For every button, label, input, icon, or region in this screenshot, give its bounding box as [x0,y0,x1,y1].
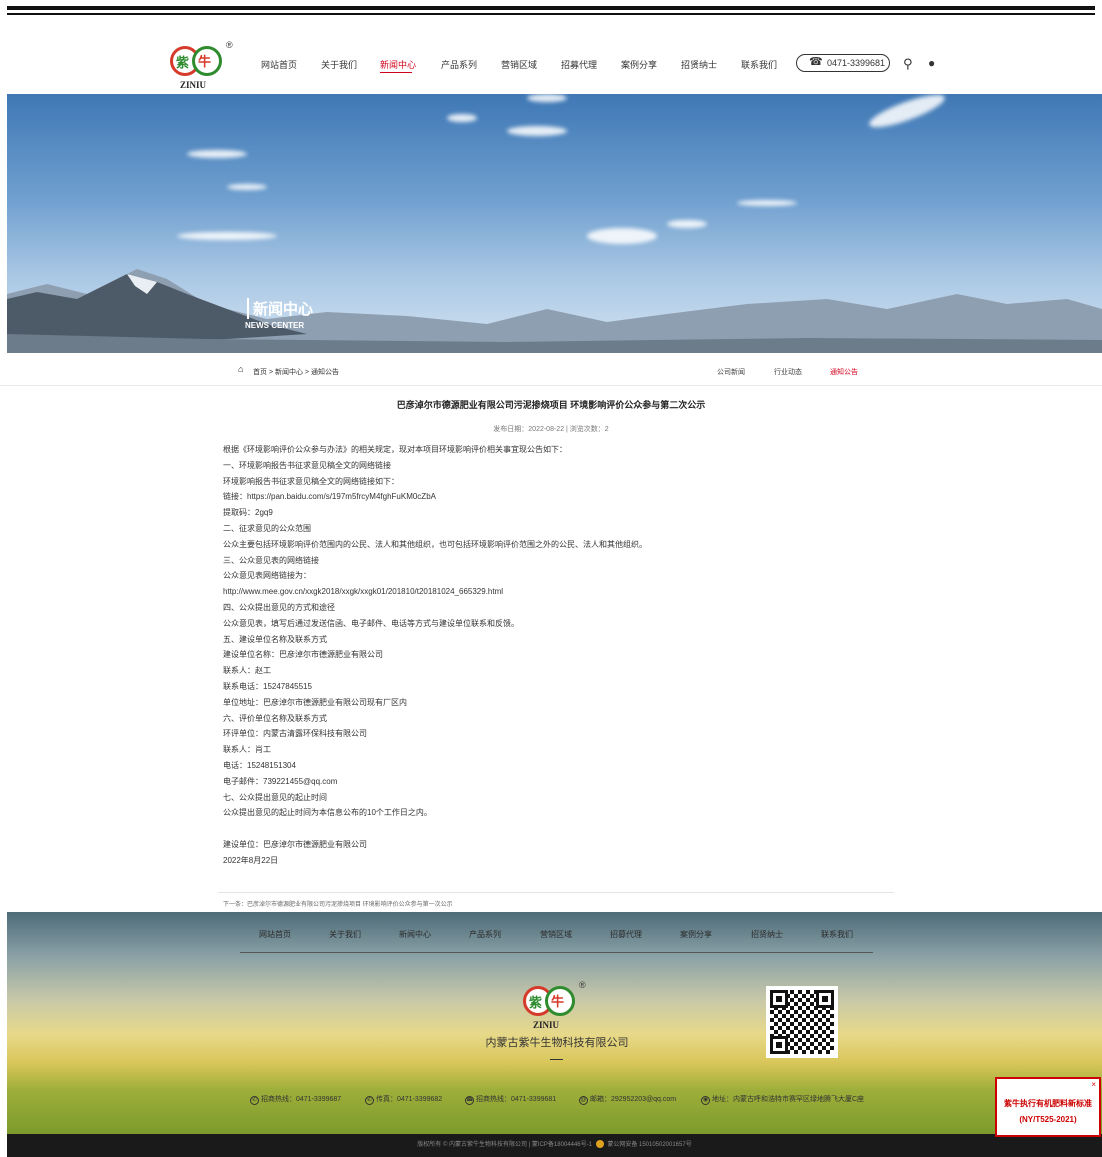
footer-nav-agents[interactable]: 招募代理 [610,929,642,940]
banner-title: 新闻中心 [247,298,313,319]
footer-hotline-1: ✆ 招商热线：0471-3399687 [250,1096,342,1105]
nav-item-products[interactable]: 产品系列 [441,58,477,71]
article-blank-line [223,821,883,837]
site-footer: 网站首页 关于我们 新闻中心 产品系列 营销区域 招募代理 案例分享 招贤纳士 … [7,912,1102,1134]
email-icon: @ [579,1096,588,1105]
footer-nav-news[interactable]: 新闻中心 [399,929,431,940]
footer-company-name: 内蒙古紫牛生物科技有限公司 [485,1037,629,1049]
article-link[interactable]: 链接：https://pan.baidu.com/s/197m5frcyM4fg… [223,489,883,505]
hotline-icon: ☎ [465,1096,474,1105]
nav-item-news[interactable]: 新闻中心 [380,58,416,71]
close-icon[interactable]: × [1091,1080,1096,1089]
footer-dash [550,1059,563,1060]
footer-fax: ✆ 传真：0471-3399682 [365,1096,443,1105]
footer-hotline-2: ☎ 招商热线：0471-3399681 [465,1096,557,1105]
nav-item-cases[interactable]: 案例分享 [621,58,657,71]
footer-divider [240,952,873,953]
phone-pill[interactable]: ☎ 0471-3399681 [796,54,890,72]
footer-address: ◉ 地址：内蒙古呼和浩特市赛罕区绿地腾飞大厦C座 [701,1096,865,1105]
location-icon: ◉ [701,1096,710,1105]
article-link[interactable]: http://www.mee.gov.cn/xxgk2018/xxgk/xxgk… [223,584,883,600]
article-line: 电子邮件：739221455@qq.com [223,776,338,786]
article-line: 联系电话：15247845515 [223,681,312,691]
next-article-link[interactable]: 下一条：巴彦淖尔市德源肥业有限公司污泥掺烧项目 环境影响评价公众参与第一次公示 [223,899,453,908]
article-line: 六、评价单位名称及联系方式 [223,713,327,723]
site-header: 紫 牛 ® ZINIU [0,20,1102,94]
tab-industry-news[interactable]: 行业动态 [774,367,802,377]
article-meta: 发布日期：2022-08-22 | 浏览次数：2 [493,426,609,433]
footer-email: @ 邮箱：292952203@qq.com [579,1096,677,1105]
breadcrumb-bar: ⌂ 首页 > 新闻中心 > 通知公告 公司新闻 行业动态 通知公告 [0,358,1102,386]
article-line: 建设单位：巴彦淖尔市德源肥业有限公司 [223,839,367,849]
tab-notices[interactable]: 通知公告 [830,367,858,377]
article-line: 建设单位名称：巴彦淖尔市德源肥业有限公司 [223,650,383,660]
home-icon[interactable]: ⌂ [238,364,243,374]
article-line: 公众意见表，填写后通过发送信函、电子邮件、电话等方式与建设单位联系和反馈。 [223,618,519,628]
article-line: 五、建设单位名称及联系方式 [223,634,327,644]
article-line: 二、征求意见的公众范围 [223,523,311,533]
site-logo[interactable]: 紫 牛 ® ZINIU [170,40,233,98]
active-nav-underline [380,72,412,73]
tab-company-news[interactable]: 公司新闻 [717,367,745,377]
footer-nav-about[interactable]: 关于我们 [329,929,361,940]
footer-nav-jobs[interactable]: 招贤纳士 [751,929,783,940]
hero-banner: 新闻中心 NEWS CENTER [7,94,1102,353]
article-line: 一、环境影响报告书征求意见稿全文的网络链接 [223,460,391,470]
footer-nav-contact[interactable]: 联系我们 [821,929,853,940]
copyright-bar: 版权所有 © 内蒙古紫牛生物科技有限公司 | 蒙ICP备18004446号-1 … [7,1134,1102,1157]
article-line: 公众意见表网络链接为： [223,571,311,581]
search-icon[interactable]: ⚲ [903,56,913,72]
divider [218,892,894,893]
article-line: 联系人：肖工 [223,745,271,755]
footer-logo: 紫 牛 ® ZINIU [523,980,586,1038]
mountains-image [7,269,1102,353]
article-line: 电话：15248151304 [223,760,296,770]
article-line: 环评单位：内蒙古清露环保科技有限公司 [223,729,367,739]
nav-item-contact[interactable]: 联系我们 [741,58,777,71]
nav-item-home[interactable]: 网站首页 [261,58,297,71]
fax-icon: ✆ [365,1096,374,1105]
article-body: 根据《环境影响评价公众参与办法》的相关规定，现对本项目环境影响评价相关事宜现公告… [223,442,883,869]
article-line: 2022年8月22日 [223,855,279,865]
footer-nav-marketing[interactable]: 营销区域 [540,929,572,940]
top-border [0,0,1102,20]
telephone-icon: ☎ [809,56,823,68]
police-badge-icon [595,1140,604,1149]
article-line: 联系人：赵工 [223,666,271,676]
article-line: 环境影响报告书征求意见稿全文的网络链接如下： [223,476,399,486]
wechat-icon[interactable]: ● [928,56,935,70]
nav-item-marketing[interactable]: 营销区域 [501,58,537,71]
article-line: 四、公众提出意见的方式和途径 [223,602,335,612]
article-line: 单位地址：巴彦淖尔市德源肥业有限公司现有厂区内 [223,697,407,707]
nav-item-about[interactable]: 关于我们 [321,58,357,71]
footer-nav-products[interactable]: 产品系列 [469,929,501,940]
qr-code-image [766,986,838,1058]
article-title: 巴彦淖尔市德源肥业有限公司污泥掺烧项目 环境影响评价公众参与第二次公示 [396,400,706,410]
footer-nav-home[interactable]: 网站首页 [259,929,291,940]
article-line: 三、公众意见表的网络链接 [223,555,319,565]
article-line: 七、公众提出意见的起止时间 [223,792,327,802]
nav-item-agents[interactable]: 招募代理 [561,58,597,71]
article-line: 公众提出意见的起止时间为本信息公布的10个工作日之内。 [223,808,432,818]
article-line: 根据《环境影响评价公众参与办法》的相关规定，现对本项目环境影响评价相关事宜现公告… [223,445,567,454]
floating-ad[interactable]: × 紫牛执行有机肥料新标准 (NY/T525-2021) [995,1077,1101,1137]
nav-item-jobs[interactable]: 招贤纳士 [681,58,717,71]
banner-subtitle: NEWS CENTER [245,321,305,330]
footer-nav-cases[interactable]: 案例分享 [680,929,712,940]
breadcrumb[interactable]: 首页 > 新闻中心 > 通知公告 [253,367,339,377]
article-line: 提取码：2gq9 [223,508,273,518]
phone-icon: ✆ [250,1096,259,1105]
article-line: 公众主要包括环境影响评价范围内的公民、法人和其他组织，也可包括环境影响评价范围之… [223,539,647,549]
